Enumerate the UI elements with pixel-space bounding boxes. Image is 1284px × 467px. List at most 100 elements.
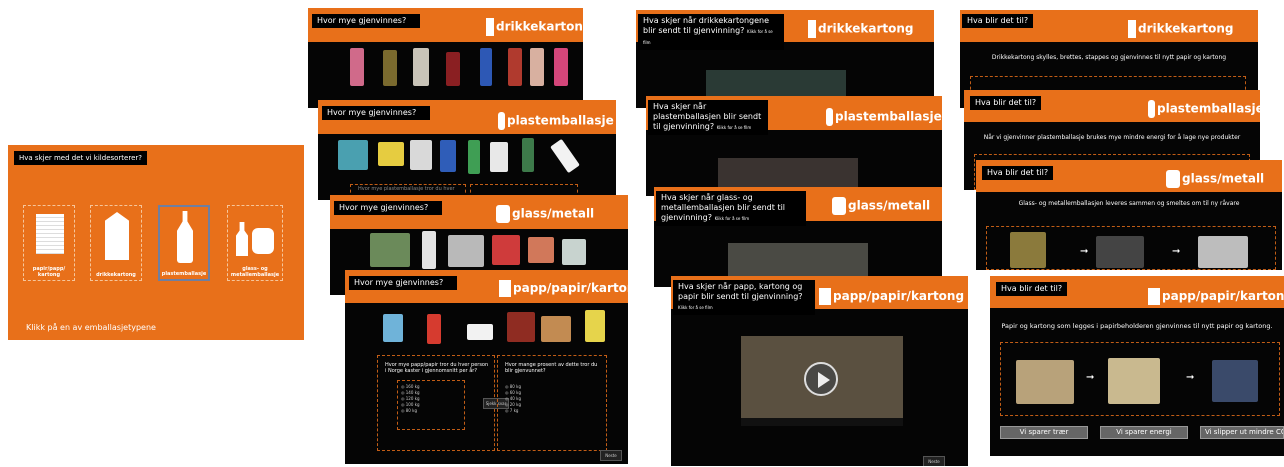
answer-box [397, 380, 465, 430]
quiz-slide-plast: Hvor mye gjenvinnes? plastemballasje Hvo… [318, 100, 616, 200]
save-trees-button[interactable]: Vi sparer trær [1000, 426, 1088, 439]
result-question: Hva blir det til? [982, 166, 1054, 180]
slide-title: drikkekartong [808, 20, 914, 38]
product-image [528, 237, 554, 263]
glass-metal-icon [832, 197, 846, 215]
quiz-slide-drikkekartong: Hvor mye gjenvinnes? drikkekartong [308, 8, 583, 108]
quiz-q2: Hvor mange prosent av dette tror du blir… [505, 362, 598, 374]
carton-icon [105, 212, 129, 260]
video-question: Hva skjer når plastemballasjen blir send… [648, 100, 768, 135]
video-slide-drikkekartong: Hva skjer når drikkekartongene blir send… [636, 10, 934, 108]
quiz-q1: Hvor mye papp/papir tror du hver person … [385, 362, 489, 374]
quiz-question: Hvor mye gjenvinnes? [349, 276, 457, 290]
paper-icon [36, 214, 64, 254]
bottle-icon [1148, 100, 1155, 118]
tile-drikkekartong[interactable]: drikkekartong [90, 205, 142, 281]
product-image [541, 316, 571, 342]
product-image [446, 52, 460, 86]
radio-option[interactable]: ◎ 40 kg [505, 396, 521, 401]
quiz-slide-papp: Hvor mye gjenvinnes? papp/papir/kartong … [345, 270, 628, 464]
arrow-icon: ➞ [1080, 246, 1089, 257]
tile-plastemballasje[interactable]: plastemballasje [158, 205, 210, 281]
product-image [448, 235, 484, 267]
arrow-icon: ➞ [1172, 246, 1181, 257]
radio-option[interactable]: ◎ 7 kg [505, 408, 518, 413]
radio-option[interactable]: ◎ 80 kg [505, 384, 521, 389]
less-co2-button[interactable]: Vi slipper ut mindre CO₂ [1200, 426, 1284, 439]
video-slide-plast: Hva skjer når plastemballasjen blir send… [646, 96, 942, 196]
radio-option[interactable]: ◎ 60 kg [505, 390, 521, 395]
plast-hint: Hvor mye plastemballasje tror du hver [358, 186, 455, 192]
product-image [492, 235, 520, 265]
slide-title: papp/papir/kartong [819, 288, 964, 305]
tile-glass-metall[interactable]: glass- og metallemballasje [227, 205, 283, 281]
result-question: Hva blir det til? [996, 282, 1068, 296]
result-image [1016, 360, 1074, 404]
radio-option[interactable]: ◎ 20 kg [505, 402, 521, 407]
product-image [350, 48, 364, 86]
result-image [1212, 360, 1258, 402]
product-image [422, 231, 436, 269]
product-image [522, 138, 534, 172]
slide-title: drikkekartong [486, 18, 583, 36]
product-image [383, 314, 403, 342]
video-slide-papp: Hva skjer når papp, kartong og papir bli… [671, 276, 968, 466]
result-slide-glass: Hva blir det til? glass/metall Glass- og… [976, 160, 1282, 270]
quiz-question: Hvor mye gjenvinnes? [312, 14, 420, 28]
slide-title: plastemballasje [826, 108, 942, 126]
product-image [480, 48, 492, 86]
product-image [378, 142, 404, 166]
video-player[interactable] [741, 336, 903, 426]
next-button[interactable]: Neste [923, 456, 945, 466]
glass-metal-icon [234, 212, 278, 258]
result-text: Papir og kartong som legges i papirbehol… [1001, 322, 1273, 330]
product-image [562, 239, 586, 265]
quiz-question: Hvor mye gjenvinnes? [334, 201, 442, 215]
product-image [427, 314, 441, 344]
product-image [530, 48, 544, 86]
result-image [1198, 236, 1248, 268]
result-text: Drikkekartong skylles, brettes, stappes … [991, 54, 1227, 61]
intro-footer: Klikk på en av emballasjetypene [26, 323, 156, 332]
video-question: Hva skjer når papp, kartong og papir bli… [673, 280, 815, 315]
bottle-icon [826, 108, 833, 126]
result-slide-papp: Hva blir det til? papp/papir/kartong Pap… [990, 276, 1284, 456]
paper-icon [819, 288, 831, 305]
video-question: Hva skjer når drikkekartongene blir send… [638, 14, 784, 50]
glass-metal-icon [1166, 170, 1180, 188]
arrow-icon: ➞ [1186, 372, 1195, 383]
product-image [550, 138, 580, 174]
product-image [468, 140, 480, 174]
product-image [440, 140, 456, 172]
tile-label: papir/papp/ kartong [32, 266, 66, 278]
carton-icon [808, 20, 816, 38]
carton-icon [486, 18, 494, 36]
product-image [370, 233, 410, 267]
tile-label: drikkekartong [96, 272, 136, 278]
result-image [1010, 232, 1046, 268]
slide-title: plastemballasje [498, 112, 614, 130]
result-image [1108, 358, 1160, 404]
bottle-icon [177, 211, 193, 263]
intro-question: Hva skjer med det vi kildesorterer? [14, 151, 147, 165]
intro-slide: Hva skjer med det vi kildesorterer? papi… [8, 145, 304, 340]
result-question: Hva blir det til? [970, 96, 1042, 110]
product-image [490, 142, 508, 172]
tile-label: plastemballasje [161, 271, 207, 277]
slide-title: glass/metall [1166, 170, 1264, 188]
product-image [507, 312, 535, 342]
slide-title: plastemballasje [1148, 100, 1260, 118]
product-image [508, 48, 522, 86]
product-image [585, 310, 605, 342]
save-energy-button[interactable]: Vi sparer energi [1100, 426, 1188, 439]
product-image [554, 48, 568, 86]
tile-label: glass- og metallemballasje [230, 266, 280, 278]
play-icon[interactable] [804, 362, 838, 396]
video-slide-glass: Hva skjer når glass- og metallemballasje… [654, 187, 942, 287]
slide-title: papp/papir/kartong [499, 280, 628, 297]
product-image [338, 140, 368, 170]
paper-icon [1148, 288, 1160, 305]
next-button[interactable]: Neste [600, 450, 622, 461]
video-controls[interactable] [741, 418, 903, 426]
tile-papir[interactable]: papir/papp/ kartong [23, 205, 75, 281]
